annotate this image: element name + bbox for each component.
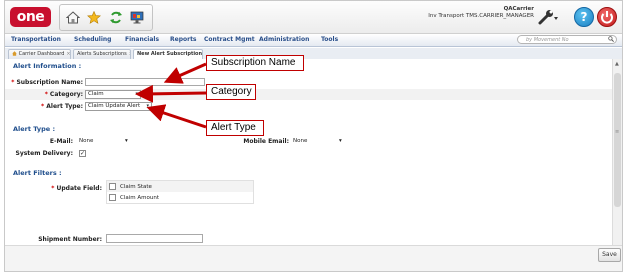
top-bar: one QACarrier Inv Transport TMS.CARRIER_… [5, 1, 622, 34]
app-window: one QACarrier Inv Transport TMS.CARRIER_… [4, 0, 623, 272]
wrench-settings-icon[interactable] [537, 8, 559, 26]
tab-label: New Alert Subscription [137, 51, 203, 57]
scrollbar-thumb[interactable] [614, 73, 621, 207]
callout-subscription-name: Subscription Name [206, 55, 304, 71]
alert-type-heading: Alert Type : [13, 125, 56, 133]
callout-alert-type: Alert Type [206, 120, 264, 136]
system-delivery-checkbox[interactable]: ✓ [79, 150, 86, 157]
scroll-up-arrow-icon[interactable]: ▲ [615, 61, 619, 67]
menu-financials[interactable]: Financials [125, 36, 159, 43]
menu-tools[interactable]: Tools [321, 36, 338, 43]
home-icon[interactable] [66, 11, 80, 24]
home-icon [12, 51, 17, 56]
callout-category: Category [206, 84, 256, 100]
refresh-icon[interactable] [109, 11, 123, 24]
save-button[interactable]: Save [598, 248, 621, 262]
report-screen-icon[interactable] [130, 11, 144, 24]
menu-transportation[interactable]: Transportation [11, 36, 61, 43]
system-delivery-label: System Delivery: [15, 150, 74, 157]
quick-launch-toolbar [59, 4, 153, 31]
category-select[interactable]: Claim ▾ [85, 90, 141, 99]
movement-search-input[interactable]: by Movement No [517, 35, 617, 44]
user-name: QACarrier [503, 6, 534, 12]
scroll-grip-icon: ≡ [615, 129, 620, 135]
shipment-number-label: Shipment Number: [38, 236, 102, 243]
claim-amount-label: Claim Amount [120, 195, 159, 201]
dropdown-arrow-icon: ▾ [339, 138, 342, 144]
alert-type-label: * Alert Type: [41, 103, 83, 110]
chevron-down-icon: ▾ [146, 103, 149, 109]
mobile-email-label: Mobile Email: [243, 138, 289, 145]
tab-alerts-subscriptions[interactable]: Alerts Subscriptions× [73, 49, 131, 59]
email-select[interactable]: None ▾ [79, 138, 131, 144]
user-info: QACarrier Inv Transport TMS.CARRIER_MANA… [428, 6, 534, 20]
alert-type-select[interactable]: Claim Update Alert ▾ [85, 102, 152, 111]
update-field-label: * Update Field: [51, 185, 102, 192]
main-menu: Transportation Scheduling Financials Rep… [5, 34, 622, 47]
subscription-name-input[interactable] [85, 78, 205, 86]
close-icon[interactable]: × [66, 51, 70, 57]
menu-administration[interactable]: Administration [259, 36, 309, 43]
email-label: E-Mail: [49, 138, 73, 145]
tab-carrier-dashboard[interactable]: Carrier Dashboard × [8, 49, 71, 59]
update-field-list: Claim State Claim Amount [106, 180, 254, 204]
category-label: * Category: [44, 91, 83, 98]
tab-label: Alerts Subscriptions [77, 51, 127, 57]
favorites-star-icon[interactable] [87, 11, 101, 24]
claim-state-label: Claim State [120, 184, 152, 190]
tab-label: Carrier Dashboard [18, 51, 65, 57]
menu-scheduling[interactable]: Scheduling [74, 36, 111, 43]
user-org-role: Inv Transport TMS.CARRIER_MANAGER [428, 13, 534, 19]
close-icon[interactable]: × [129, 51, 130, 57]
dropdown-arrow-icon: ▾ [125, 138, 128, 144]
menu-contract-mgmt[interactable]: Contract Mgmt [204, 36, 255, 43]
help-icon[interactable]: ? [574, 7, 594, 27]
form-content: Alert Information : * Subscription Name:… [5, 59, 612, 271]
alert-filters-heading: Alert Filters : [13, 169, 62, 177]
search-icon[interactable] [608, 36, 614, 42]
chevron-down-icon: ▾ [135, 91, 138, 97]
power-logout-icon[interactable] [597, 7, 617, 27]
subscription-name-label: * Subscription Name: [11, 79, 83, 86]
vertical-scrollbar[interactable]: ▲ ≡ [612, 59, 622, 245]
claim-state-checkbox[interactable] [109, 183, 116, 190]
mobile-email-select[interactable]: None ▾ [293, 138, 345, 144]
one-logo[interactable]: one [10, 7, 51, 27]
alert-information-heading: Alert Information : [13, 62, 82, 70]
claim-amount-checkbox[interactable] [109, 194, 116, 201]
menu-reports[interactable]: Reports [170, 36, 197, 43]
shipment-number-input[interactable] [106, 234, 203, 243]
form-footer: Save [5, 245, 622, 271]
